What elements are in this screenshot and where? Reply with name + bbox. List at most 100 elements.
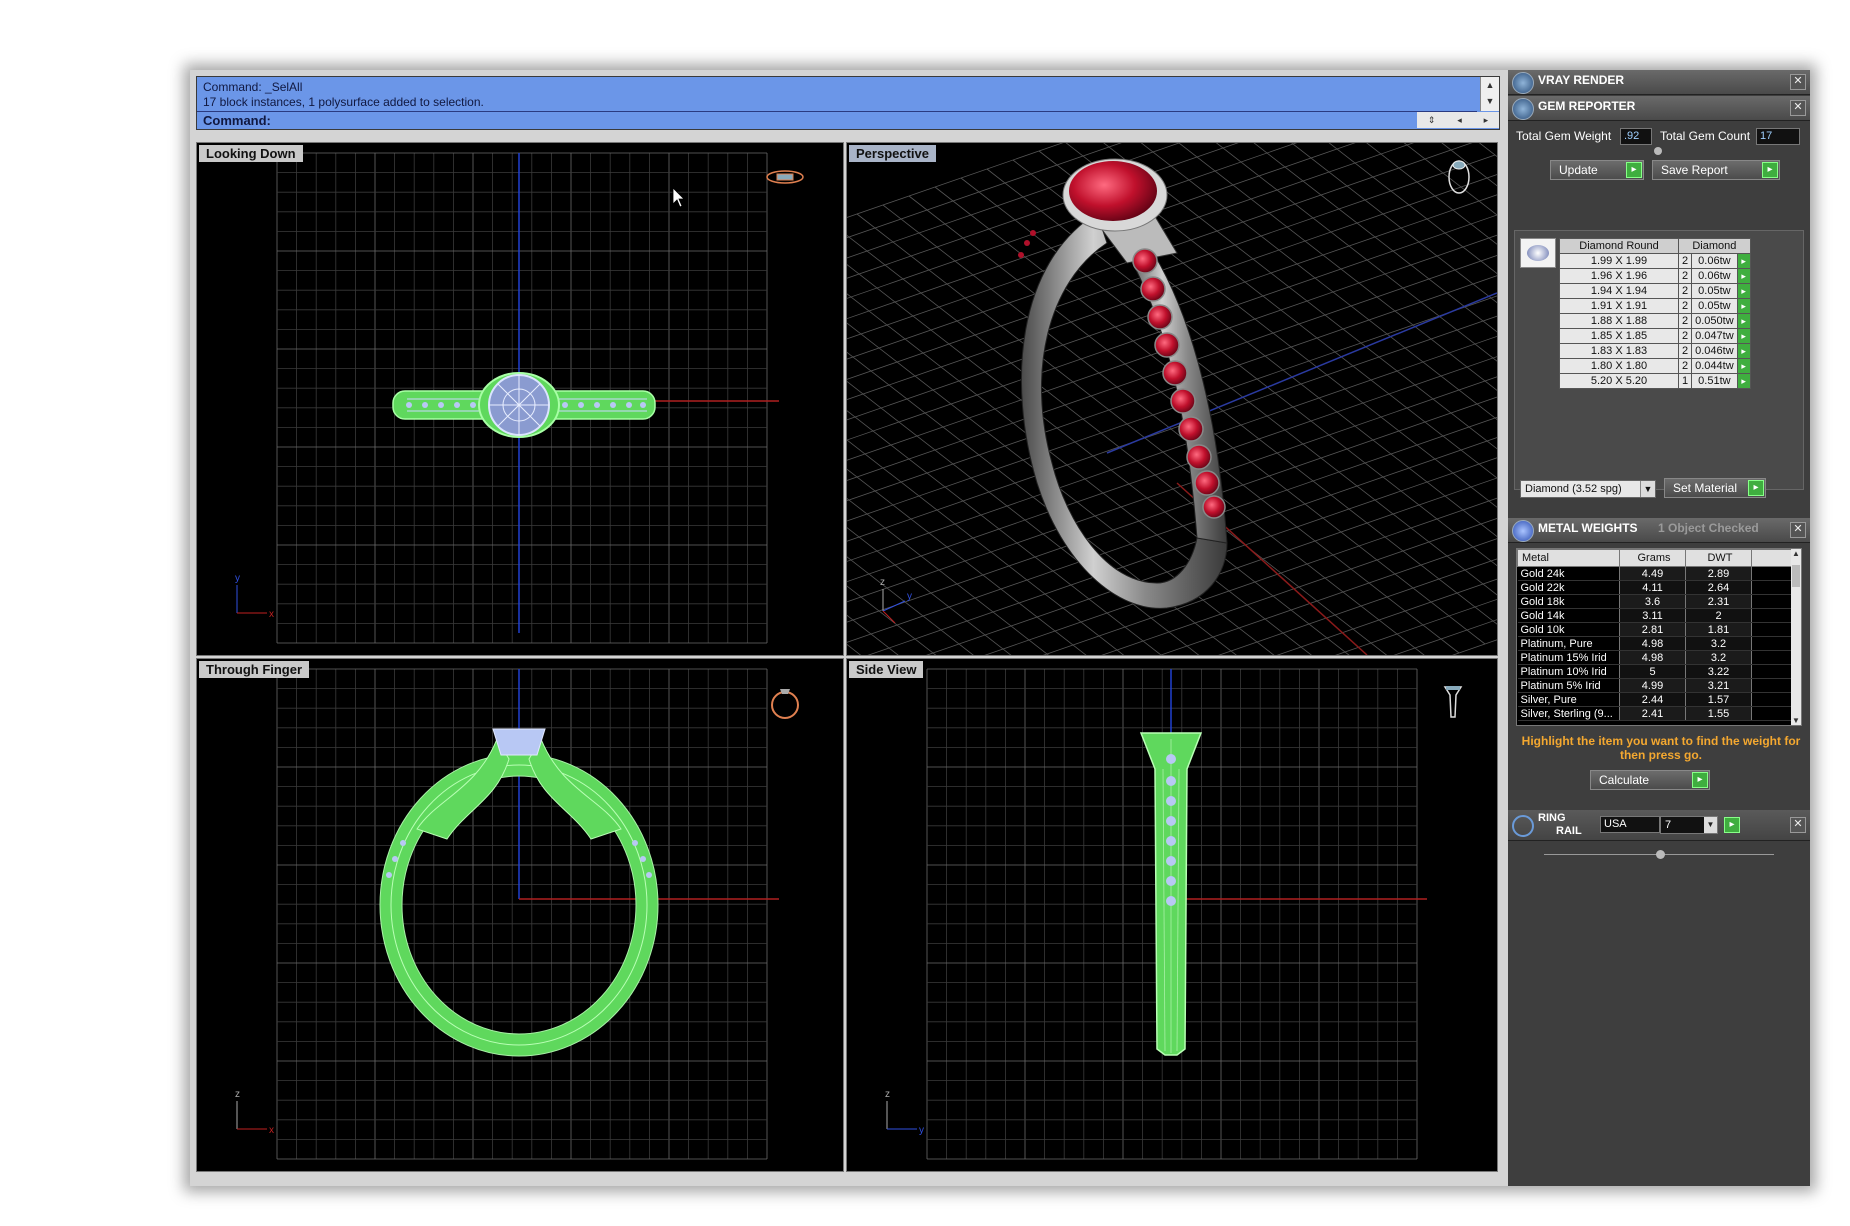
gem-row[interactable]: 1.88 X 1.88 2 0.050tw ▸ (1559, 313, 1751, 329)
metal-dwt-cell: 3.2 (1685, 650, 1752, 665)
chevron-down-icon[interactable]: ▼ (1791, 716, 1801, 725)
chevron-down-icon[interactable]: ▼ (1481, 93, 1499, 109)
row-go-icon[interactable]: ▸ (1736, 328, 1751, 344)
gem-reporter-body: Total Gem Weight .92 Total Gem Count 17 … (1508, 122, 1810, 502)
metal-row[interactable]: Gold 14k 3.11 2 (1517, 608, 1793, 623)
update-button[interactable]: Update ▸ (1550, 160, 1644, 180)
ring-rail-slider[interactable] (1544, 850, 1774, 859)
metal-empty-cell (1751, 636, 1793, 651)
divider (197, 111, 1477, 112)
metal-row[interactable]: Silver, Sterling (9... 2.41 1.55 (1517, 706, 1793, 721)
metal-row[interactable]: Gold 22k 4.11 2.64 (1517, 580, 1793, 595)
metal-dwt-cell: 1.57 (1685, 692, 1752, 707)
column-header: DWT (1685, 549, 1752, 567)
metal-row[interactable]: Silver, Pure 2.44 1.57 (1517, 692, 1793, 707)
metal-empty-cell (1751, 650, 1793, 665)
ring-size-country-field[interactable]: USA (1600, 816, 1660, 833)
viewport-label[interactable]: Through Finger (199, 661, 310, 678)
close-icon[interactable]: ✕ (1790, 74, 1806, 90)
metal-hint-text: Highlight the item you want to find the … (1521, 734, 1801, 762)
viewport-side-view[interactable]: Side View z y (846, 658, 1498, 1172)
gem-row[interactable]: 1.99 X 1.99 2 0.06tw ▸ (1559, 253, 1751, 269)
looking-down-canvas: y x (235, 152, 804, 644)
command-scrollbar[interactable]: ▲ ▼ (1480, 77, 1499, 111)
gem-row[interactable]: 1.85 X 1.85 2 0.047tw ▸ (1559, 328, 1751, 344)
gem-table: Diamond Round Diamond 1.99 X 1.99 2 0.06tw… (1559, 238, 1751, 389)
axis-gizmo: z y (885, 1089, 924, 1136)
total-gem-weight-label: Total Gem Weight (1516, 129, 1612, 143)
row-go-icon[interactable]: ▸ (1736, 313, 1751, 329)
ring-size-select[interactable]: 7 ▼ (1660, 816, 1718, 834)
gem-row[interactable]: 1.91 X 1.91 2 0.05tw ▸ (1559, 298, 1751, 314)
gem-row[interactable]: 1.96 X 1.96 2 0.06tw ▸ (1559, 268, 1751, 284)
row-go-icon[interactable]: ▸ (1736, 268, 1751, 284)
scroll-thumb[interactable] (1792, 565, 1800, 587)
spinner-icon[interactable]: ⇕ (1428, 115, 1436, 126)
metal-row[interactable]: Gold 10k 2.81 1.81 (1517, 622, 1793, 637)
gem-qty-cell: 2 (1677, 283, 1693, 299)
metal-name-cell: Silver, Pure (1517, 692, 1620, 707)
metal-grams-cell: 2.41 (1619, 706, 1686, 721)
row-go-icon[interactable]: ▸ (1736, 298, 1751, 314)
chevron-down-icon[interactable]: ▼ (1640, 481, 1655, 497)
material-select[interactable]: Diamond (3.52 spg) ▼ (1520, 480, 1656, 498)
gem-qty-cell: 2 (1677, 358, 1693, 374)
gem-row[interactable]: 1.94 X 1.94 2 0.05tw ▸ (1559, 283, 1751, 299)
calculate-button[interactable]: Calculate ▸ (1590, 770, 1710, 790)
chevron-up-icon[interactable]: ▲ (1481, 77, 1499, 93)
save-report-button[interactable]: Save Report ▸ (1652, 160, 1780, 180)
ring-thumbnail-icon (1448, 160, 1470, 194)
viewport-label[interactable]: Perspective (849, 145, 936, 162)
metal-weights-header[interactable]: METAL WEIGHTS 1 Object Checked ✕ (1508, 518, 1810, 543)
metal-row[interactable]: Platinum 5% Irid 4.99 3.21 (1517, 678, 1793, 693)
row-go-icon[interactable]: ▸ (1736, 283, 1751, 299)
chevron-left-icon[interactable]: ◂ (1457, 115, 1462, 126)
metal-empty-cell (1751, 566, 1793, 581)
ring-rail-title-line: RAIL (1556, 825, 1582, 837)
gem-row[interactable]: 1.83 X 1.83 2 0.046tw ▸ (1559, 343, 1751, 359)
ring-rail-go-button[interactable]: ▸ (1724, 817, 1740, 833)
close-icon[interactable]: ✕ (1790, 100, 1806, 116)
command-area[interactable]: Command: _SelAll 17 block instances, 1 p… (196, 76, 1500, 130)
gem-qty-cell: 2 (1677, 268, 1693, 284)
metal-empty-cell (1751, 678, 1793, 693)
metal-row[interactable]: Gold 24k 4.49 2.89 (1517, 566, 1793, 581)
splitter-handle[interactable] (1654, 147, 1662, 155)
row-go-icon[interactable]: ▸ (1736, 358, 1751, 374)
metal-table: Metal Grams DWT Gold 24k 4.49 2.89 Gold 22k… (1517, 549, 1793, 721)
chevron-up-icon[interactable]: ▲ (1791, 549, 1801, 558)
command-history-line: Command: _SelAll (203, 80, 303, 94)
viewport-through-finger[interactable]: Through Finger z x (196, 658, 844, 1172)
slider-handle[interactable] (1656, 850, 1665, 859)
play-icon: ▸ (1748, 480, 1764, 496)
viewport-label[interactable]: Looking Down (199, 145, 303, 162)
viewport-label[interactable]: Side View (849, 661, 924, 678)
metal-row[interactable]: Platinum, Pure 4.98 3.2 (1517, 636, 1793, 651)
metal-row[interactable]: Platinum 10% Irid 5 3.22 (1517, 664, 1793, 679)
set-material-button[interactable]: Set Material ▸ (1664, 478, 1766, 498)
svg-text:z: z (235, 1089, 240, 1100)
metal-name-cell: Silver, Sterling (9... (1517, 706, 1620, 721)
close-icon[interactable]: ✕ (1790, 817, 1806, 833)
gem-row[interactable]: 1.80 X 1.80 2 0.044tw ▸ (1559, 358, 1751, 374)
metal-dwt-cell: 3.2 (1685, 636, 1752, 651)
metal-row[interactable]: Platinum 15% Irid 4.98 3.2 (1517, 650, 1793, 665)
row-go-icon[interactable]: ▸ (1736, 373, 1751, 389)
metal-weights-list[interactable]: Metal Grams DWT Gold 24k 4.49 2.89 Gold 22k… (1516, 548, 1802, 726)
command-nav[interactable]: ⇕ ◂ ▸ (1417, 112, 1499, 128)
viewport-looking-down[interactable]: Looking Down y x (196, 142, 844, 656)
chevron-down-icon[interactable]: ▼ (1704, 817, 1717, 833)
row-go-icon[interactable]: ▸ (1736, 253, 1751, 269)
gem-size-cell: 1.83 X 1.83 (1559, 343, 1679, 359)
metal-row[interactable]: Gold 18k 3.6 2.31 (1517, 594, 1793, 609)
command-prompt[interactable]: Command: (203, 113, 271, 128)
viewport-perspective[interactable]: Perspective z y (846, 142, 1498, 656)
row-go-icon[interactable]: ▸ (1736, 343, 1751, 359)
gem-row[interactable]: 5.20 X 5.20 1 0.51tw ▸ (1559, 373, 1751, 389)
metal-scrollbar[interactable]: ▲ ▼ (1791, 549, 1801, 725)
close-icon[interactable]: ✕ (1790, 522, 1806, 538)
gem-reporter-header[interactable]: GEM REPORTER ✕ (1508, 96, 1810, 121)
chevron-right-icon[interactable]: ▸ (1484, 115, 1489, 126)
vray-render-header[interactable]: VRAY RENDER ✕ (1508, 70, 1810, 95)
perspective-canvas: z y (847, 143, 1497, 655)
